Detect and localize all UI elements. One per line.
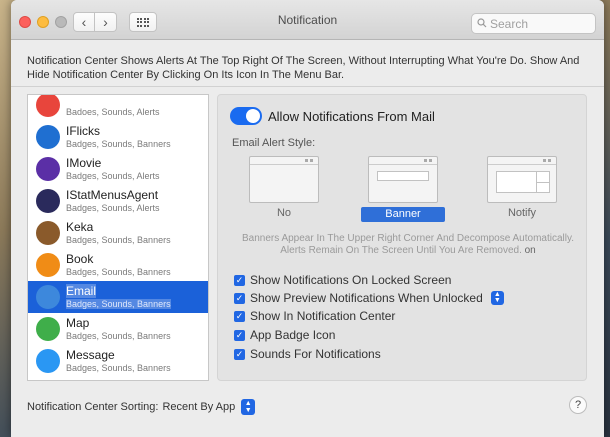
option-label: Show Preview Notifications When Unlocked xyxy=(250,291,483,305)
style-banner-thumbnail[interactable] xyxy=(368,156,438,203)
style-banner-label[interactable]: Banner xyxy=(361,207,445,222)
title-bar: ‹ › Notification Search xyxy=(11,0,604,40)
imovie-icon xyxy=(36,157,60,181)
app-list-item[interactable]: IStatMenusAgent Badges, Sounds, Alerts xyxy=(28,185,208,217)
preview-popup-stepper[interactable]: ▲ ▼ xyxy=(490,291,504,305)
app-name: Message xyxy=(66,348,115,362)
option-sounds[interactable]: ✓ Sounds For Notifications xyxy=(234,347,381,361)
help-button[interactable]: ? xyxy=(569,396,587,414)
search-field[interactable]: Search xyxy=(471,13,596,34)
maps-icon xyxy=(36,317,60,341)
option-label: Show Notifications On Locked Screen xyxy=(250,273,452,287)
popup-arrows-icon: ▲ ▼ xyxy=(241,399,256,415)
chrome-icon xyxy=(36,95,60,117)
app-list-item[interactable]: Message Badges, Sounds, Banners xyxy=(28,345,208,377)
checkbox-checked-icon[interactable]: ✓ xyxy=(234,292,245,304)
app-list-item[interactable]: Map Badges, Sounds, Banners xyxy=(28,313,208,345)
search-icon xyxy=(477,17,487,31)
app-name: IMovie xyxy=(66,156,102,170)
style-none-thumbnail[interactable] xyxy=(249,156,319,203)
banner-description: Banners Appear In The Upper Right Corner… xyxy=(238,233,578,257)
sorting-value: Recent By App xyxy=(162,401,236,413)
app-alert-summary: Badges, Sounds, Banners xyxy=(66,139,171,149)
app-alert-summary: Badges, Sounds, Banners xyxy=(66,299,171,309)
sorting-control: Notification Center Sorting: Recent By A… xyxy=(27,399,256,415)
banner-description-suffix: on xyxy=(524,245,536,256)
search-placeholder: Search xyxy=(490,17,529,31)
app-name: Music xyxy=(66,380,97,381)
option-notification-center[interactable]: ✓ Show In Notification Center xyxy=(234,309,395,323)
option-label: App Badge Icon xyxy=(250,328,336,342)
checkbox-checked-icon[interactable]: ✓ xyxy=(234,274,245,286)
app-list-item[interactable]: IMovie Badges, Sounds, Alerts xyxy=(28,153,208,185)
option-locked-screen[interactable]: ✓ Show Notifications On Locked Screen xyxy=(234,273,451,287)
app-list-item[interactable]: Keka Badges, Sounds, Banners xyxy=(28,217,208,249)
option-label: Show In Notification Center xyxy=(250,309,396,323)
app-list-item[interactable]: Email Badges, Sounds, Banners xyxy=(28,281,208,313)
option-show-preview[interactable]: ✓ Show Preview Notifications When Unlock… xyxy=(234,291,504,305)
option-badge-icon[interactable]: ✓ App Badge Icon xyxy=(234,328,335,342)
app-name: IFlicks xyxy=(66,124,100,138)
mail-icon xyxy=(36,285,60,309)
style-alert-label[interactable]: Notify xyxy=(480,207,564,219)
notifications-preferences-window: ‹ › Notification Search Notification Cen… xyxy=(11,0,604,437)
app-list-item[interactable]: Music xyxy=(28,377,208,381)
app-name: Map xyxy=(66,316,90,330)
option-label: Sounds For Notifications xyxy=(250,347,381,361)
iflicks-icon xyxy=(36,125,60,149)
checkbox-checked-icon[interactable]: ✓ xyxy=(234,329,245,341)
description-text: Notification Center Shows Alerts At The … xyxy=(27,55,580,81)
app-alert-summary: Badoes, Sounds, Alerts xyxy=(66,107,160,117)
style-none-label[interactable]: No xyxy=(242,207,326,219)
app-name: IStatMenusAgent xyxy=(66,188,159,202)
app-alert-summary: Badges, Sounds, Alerts xyxy=(66,171,160,181)
sorting-popup[interactable]: Recent By App ▲ ▼ xyxy=(162,399,256,415)
book-icon xyxy=(36,253,60,277)
app-name: Keka xyxy=(66,220,94,234)
app-list-item[interactable]: IFlicks Badges, Sounds, Banners xyxy=(28,121,208,153)
alert-style-title: Email Alert Style: xyxy=(232,137,316,149)
istat-icon xyxy=(36,189,60,213)
app-list-item[interactable]: Book Badges, Sounds, Banners xyxy=(28,249,208,281)
checkbox-checked-icon[interactable]: ✓ xyxy=(234,310,245,322)
checkbox-checked-icon[interactable]: ✓ xyxy=(234,348,245,360)
app-alert-summary: Badges, Sounds, Banners xyxy=(66,363,171,373)
allow-notifications-label: Allow Notifications From Mail xyxy=(268,109,435,124)
app-alert-summary: Badges, Sounds, Banners xyxy=(66,267,171,277)
messages-icon xyxy=(36,349,60,373)
app-list[interactable]: Badoes, Sounds, Alerts IFlicks Badges, Sou… xyxy=(27,94,209,381)
app-name: Email xyxy=(66,284,97,298)
keka-icon xyxy=(36,221,60,245)
app-alert-summary: Badges, Sounds, Banners xyxy=(66,235,171,245)
app-alert-summary: Badges, Sounds, Alerts xyxy=(66,203,160,213)
allow-notifications-toggle[interactable] xyxy=(230,107,262,125)
app-alert-summary: Badges, Sounds, Banners xyxy=(66,331,171,341)
divider xyxy=(11,86,604,87)
app-name: Book xyxy=(66,252,94,266)
style-alert-thumbnail[interactable] xyxy=(487,156,557,203)
app-list-item[interactable]: Badoes, Sounds, Alerts xyxy=(28,95,208,121)
app-settings-panel: Allow Notifications From Mail Email Aler… xyxy=(217,94,587,381)
sorting-label: Notification Center Sorting: xyxy=(27,401,159,413)
